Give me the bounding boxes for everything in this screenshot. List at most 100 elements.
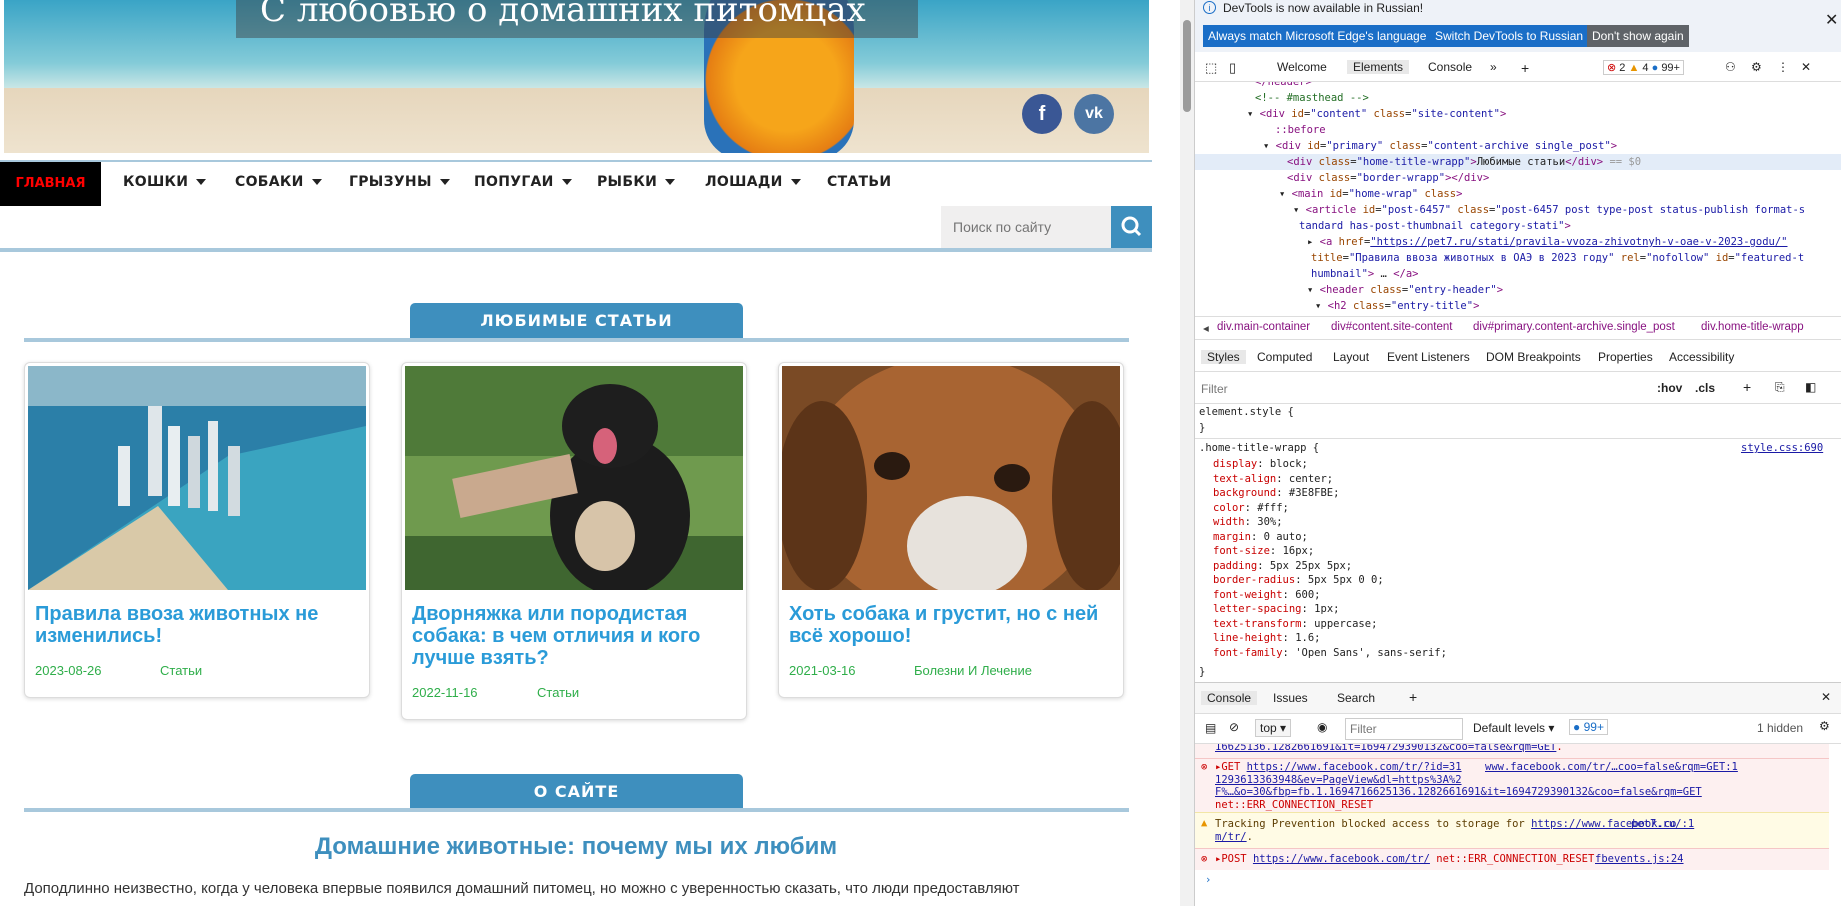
nav-item-cats[interactable]: КОШКИ xyxy=(123,174,207,190)
scrollbar-thumb[interactable] xyxy=(1183,20,1191,112)
dont-show-button[interactable]: Don't show again xyxy=(1587,25,1689,47)
context-select[interactable]: top ▾ xyxy=(1255,719,1292,737)
css-property[interactable]: font-family: 'Open Sans', sans-serif; xyxy=(1213,645,1447,661)
gear-icon[interactable]: ⚙ xyxy=(1751,60,1762,74)
nav-item-parrots[interactable]: ПОПУГАИ xyxy=(474,174,572,190)
eye-icon[interactable]: ◉ xyxy=(1317,720,1327,734)
add-drawer-tab-icon[interactable]: + xyxy=(1409,689,1417,705)
left-arrow-icon[interactable]: ◂ xyxy=(1203,321,1209,335)
console-filter-input[interactable]: Filter xyxy=(1345,718,1463,740)
css-property-name[interactable]: margin xyxy=(1213,531,1251,543)
card-image-dog[interactable] xyxy=(405,366,743,590)
nav-item-dogs[interactable]: СОБАКИ xyxy=(235,174,322,190)
rule-source-link[interactable]: style.css:690 xyxy=(1741,440,1823,456)
kebab-menu-icon[interactable]: ⋮ xyxy=(1777,60,1789,74)
tab-elements[interactable]: Elements xyxy=(1347,60,1410,74)
nav-item-horses[interactable]: ЛОШАДИ xyxy=(705,174,801,190)
category-link[interactable]: Болезни И Лечение xyxy=(914,663,1032,678)
css-property-name[interactable]: text-transform xyxy=(1213,618,1302,630)
css-property-value[interactable]: uppercase; xyxy=(1314,618,1377,630)
card-image-city[interactable] xyxy=(28,366,366,590)
hov-toggle[interactable]: :hov xyxy=(1657,381,1682,395)
subtab-dom-breakpoints[interactable]: DOM Breakpoints xyxy=(1486,350,1581,364)
subtab-layout[interactable]: Layout xyxy=(1333,350,1369,364)
console-settings-icon[interactable]: ⚙ xyxy=(1819,719,1830,733)
connect-icon[interactable]: ⚇ xyxy=(1725,60,1736,74)
dom-line[interactable]: <div class="border-wrapp"></div> xyxy=(1287,170,1489,186)
css-property-name[interactable]: color xyxy=(1213,502,1245,514)
cls-toggle[interactable]: .cls xyxy=(1695,381,1715,395)
rule-selector[interactable]: .home-title-wrapp { xyxy=(1199,440,1319,456)
inspect-icon[interactable]: ⬚ xyxy=(1205,60,1217,76)
css-property-value[interactable]: block; xyxy=(1270,458,1308,470)
subtab-computed[interactable]: Computed xyxy=(1257,350,1312,364)
console-warning[interactable]: ▲ Tracking Prevention blocked access to s… xyxy=(1195,812,1829,848)
vk-icon[interactable]: vk xyxy=(1074,94,1114,134)
close-devtools-icon[interactable]: ✕ xyxy=(1801,60,1811,74)
console-error[interactable]: ⊗ ▸GET https://www.facebook.com/tr/?id=31… xyxy=(1195,758,1829,812)
dom-line[interactable]: ::before xyxy=(1275,122,1326,138)
css-property-name[interactable]: font-weight xyxy=(1213,589,1283,601)
css-property-value[interactable]: 1.6; xyxy=(1295,632,1320,644)
console-error[interactable]: ⊗ ▸POST https://www.facebook.com/tr/ net:… xyxy=(1195,848,1829,870)
search-button[interactable] xyxy=(1111,206,1152,248)
category-link[interactable]: Статьи xyxy=(537,685,579,700)
dom-line[interactable]: ▾ <header class="entry-header"> xyxy=(1307,282,1503,298)
css-property-value[interactable]: 0 auto; xyxy=(1264,531,1308,543)
css-property-value[interactable]: 600; xyxy=(1295,589,1320,601)
new-rule-icon[interactable]: + xyxy=(1743,379,1751,395)
article-card[interactable]: Дворняжка или породистая собака: в чем о… xyxy=(401,362,747,720)
search-input[interactable] xyxy=(941,206,1111,248)
dom-line[interactable]: ▾ <div id="content" class="site-content"… xyxy=(1247,106,1506,122)
issue-counters[interactable]: ⊗ 2 ▲ 4 ● 99+ xyxy=(1603,60,1684,75)
dom-line[interactable]: ▾ <h2 class="entry-title"> xyxy=(1315,298,1479,314)
css-property-name[interactable]: width xyxy=(1213,516,1245,528)
article-card[interactable]: Правила ввоза животных не изменились! 20… xyxy=(24,362,370,698)
breadcrumb-item[interactable]: div.main-container xyxy=(1217,321,1310,333)
css-property-value[interactable]: 30%; xyxy=(1257,516,1282,528)
console-prompt[interactable]: › xyxy=(1205,874,1211,886)
sidebar-icon[interactable]: ▤ xyxy=(1205,721,1216,735)
facebook-icon[interactable]: f xyxy=(1022,94,1062,134)
breadcrumb-item[interactable]: div#primary.content-archive.single_post xyxy=(1473,321,1675,333)
close-icon[interactable]: ✕ xyxy=(1825,10,1838,30)
card-title[interactable]: Хоть собака и грустит, но с ней всё хоро… xyxy=(789,603,1119,647)
css-property-value[interactable]: #3E8FBE; xyxy=(1289,487,1340,499)
tab-console[interactable]: Console xyxy=(1428,60,1472,74)
subtab-event-listeners[interactable]: Event Listeners xyxy=(1387,350,1470,364)
category-link[interactable]: Статьи xyxy=(160,663,202,678)
article-card[interactable]: Хоть собака и грустит, но с ней всё хоро… xyxy=(778,362,1124,698)
page-scrollbar[interactable] xyxy=(1180,0,1194,906)
styles-filter-input[interactable]: Filter xyxy=(1201,382,1228,396)
dom-line[interactable]: ▾ <div id="primary" class="content-archi… xyxy=(1263,138,1617,154)
subtab-accessibility[interactable]: Accessibility xyxy=(1669,350,1734,364)
css-property-value[interactable]: 'Open Sans', sans-serif; xyxy=(1295,647,1447,659)
nav-item-articles[interactable]: СТАТЬИ xyxy=(827,174,891,190)
css-property-name[interactable]: display xyxy=(1213,458,1257,470)
dom-line[interactable]: <!-- #masthead --> xyxy=(1255,90,1369,106)
drawer-tab-console[interactable]: Console xyxy=(1201,691,1258,705)
css-property-name[interactable]: background xyxy=(1213,487,1276,499)
css-property-name[interactable]: line-height xyxy=(1213,632,1283,644)
css-property-name[interactable]: border-radius xyxy=(1213,574,1295,586)
breadcrumb-item[interactable]: div.home-title-wrapp xyxy=(1701,321,1804,333)
tab-welcome[interactable]: Welcome xyxy=(1277,60,1327,74)
paint-icon[interactable]: ⎘ xyxy=(1775,380,1785,395)
device-icon[interactable]: ▯ xyxy=(1229,60,1236,76)
css-property-name[interactable]: padding xyxy=(1213,560,1257,572)
match-language-button[interactable]: Always match Microsoft Edge's language xyxy=(1203,25,1432,47)
card-title[interactable]: Дворняжка или породистая собака: в чем о… xyxy=(412,603,742,669)
element-style-rule[interactable]: element.style { xyxy=(1199,404,1294,420)
subtab-properties[interactable]: Properties xyxy=(1598,350,1653,364)
css-property-value[interactable]: center; xyxy=(1289,473,1333,485)
dom-line-selected[interactable]: <div class="home-title-wrapp">Любимые ст… xyxy=(1195,154,1841,170)
add-tab-icon[interactable]: + xyxy=(1521,60,1529,76)
css-property-name[interactable]: letter-spacing xyxy=(1213,603,1302,615)
card-title[interactable]: Правила ввоза животных не изменились! xyxy=(35,603,365,647)
css-property-value[interactable]: 16px; xyxy=(1283,545,1315,557)
subtab-styles[interactable]: Styles xyxy=(1201,350,1246,364)
nav-item-rodents[interactable]: ГРЫЗУНЫ xyxy=(349,174,450,190)
drawer-tab-issues[interactable]: Issues xyxy=(1273,691,1308,705)
dom-line[interactable]: ▸ <a href="https://pet7.ru/stati/pravila… xyxy=(1307,234,1788,250)
console-message-count[interactable]: ● 99+ xyxy=(1569,719,1608,735)
